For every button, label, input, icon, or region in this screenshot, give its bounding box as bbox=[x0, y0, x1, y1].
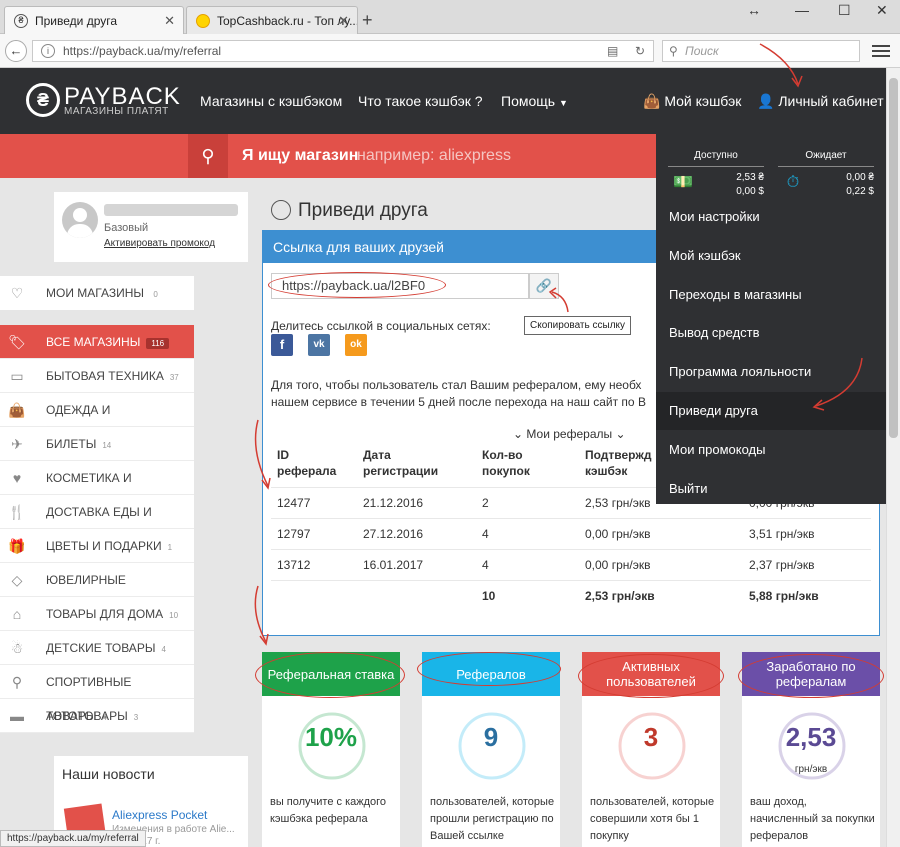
annotation-arrow bbox=[815, 357, 863, 407]
annotation-arrows bbox=[254, 43, 863, 646]
annotation-arrow bbox=[551, 291, 569, 313]
annotation-arrow bbox=[254, 585, 267, 643]
annotation-arrow bbox=[254, 419, 269, 487]
status-bar-url: https://payback.ua/my/referral bbox=[0, 830, 146, 847]
